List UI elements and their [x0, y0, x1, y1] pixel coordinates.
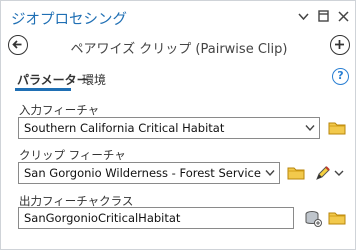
clip-features-value: San Gorgonio Wilderness - Forest Service [24, 166, 261, 180]
clip-features-dropdown[interactable]: San Gorgonio Wilderness - Forest Service [18, 162, 280, 184]
pane-close-button[interactable] [336, 9, 351, 24]
chevron-down-icon [298, 13, 309, 21]
add-icon [335, 40, 344, 49]
input-features-value: Southern California Critical Habitat [24, 121, 225, 135]
pin-icon [318, 10, 329, 22]
chevron-down-icon [265, 170, 275, 177]
active-tab-indicator [15, 88, 71, 91]
geodatabase-icon [305, 211, 322, 227]
sketch-button[interactable] [313, 163, 333, 183]
output-feature-class-value: SanGorgonioCriticalHabitat [24, 211, 181, 225]
input-features-arrow[interactable] [301, 118, 319, 138]
output-browse-button[interactable] [327, 208, 347, 228]
folder-icon [287, 167, 305, 180]
chevron-down-icon [334, 170, 344, 176]
clip-features-label: クリップ フィーチャ [19, 148, 126, 162]
tab-bar: パラメーター 環境 ? [1, 67, 356, 93]
chevron-down-icon [305, 125, 315, 132]
pencil-icon [316, 166, 330, 180]
input-features-label: 入力フィーチャ [19, 103, 100, 117]
tool-header: ペアワイズ クリップ (Pairwise Clip) [1, 34, 356, 60]
geoprocessing-pane: ジオプロセシング ペアワイズ クリップ (Pairwise Clip) パラメー… [0, 0, 356, 250]
pane-menu-button[interactable] [296, 9, 311, 24]
clip-features-arrow[interactable] [261, 163, 279, 183]
tool-title: ペアワイズ クリップ (Pairwise Clip) [70, 42, 288, 57]
pane-title: ジオプロセシング [11, 12, 127, 28]
input-browse-button[interactable] [327, 118, 347, 138]
help-icon[interactable]: ? [332, 68, 349, 85]
tab-environments[interactable]: 環境 [82, 71, 106, 88]
pane-controls [296, 9, 351, 24]
output-feature-class-input[interactable]: SanGorgonioCriticalHabitat [18, 207, 294, 229]
input-features-dropdown[interactable]: Southern California Critical Habitat [18, 117, 320, 139]
output-geodatabase-button[interactable] [303, 208, 323, 228]
pane-title-bar: ジオプロセシング [1, 1, 356, 33]
pane-pin-button[interactable] [316, 9, 331, 24]
close-icon [338, 11, 349, 22]
folder-icon [328, 122, 346, 135]
add-button[interactable] [330, 35, 350, 55]
folder-icon [328, 212, 346, 225]
sketch-menu-button[interactable] [333, 163, 345, 183]
clip-browse-button[interactable] [286, 163, 306, 183]
tab-parameters[interactable]: パラメーター [17, 71, 89, 88]
